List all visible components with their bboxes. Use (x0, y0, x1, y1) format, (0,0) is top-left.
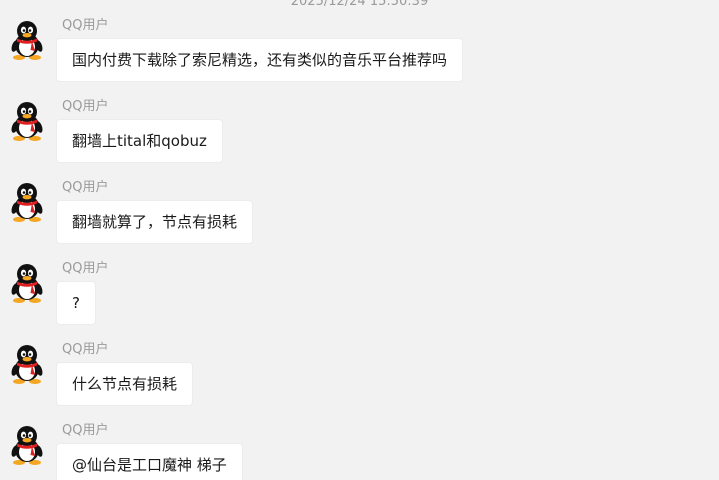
qq-penguin-icon[interactable] (8, 20, 46, 60)
qq-penguin-icon[interactable] (8, 263, 46, 303)
qq-penguin-icon[interactable] (8, 425, 46, 465)
chat-message: QQ用户 翻墙就算了，节点有损耗 (0, 180, 719, 258)
chat-message: QQ用户 什么节点有损耗 (0, 342, 719, 420)
qq-penguin-icon[interactable] (8, 344, 46, 384)
chat-message: QQ用户 ? (0, 261, 719, 339)
sender-name[interactable]: QQ用户 (62, 423, 108, 439)
message-bubble[interactable]: 翻墙就算了，节点有损耗 (56, 200, 254, 244)
sender-name[interactable]: QQ用户 (62, 18, 108, 34)
chat-message: QQ用户 @仙台是工口魔神 梯子 (0, 423, 719, 480)
sender-name[interactable]: QQ用户 (62, 99, 108, 115)
sender-name[interactable]: QQ用户 (62, 342, 108, 358)
message-bubble[interactable]: 什么节点有损耗 (56, 362, 194, 406)
message-timestamp: 2025/12/24 15:50:39 (290, 0, 429, 9)
qq-penguin-icon[interactable] (8, 101, 46, 141)
sender-name[interactable]: QQ用户 (62, 261, 108, 277)
chat-message: QQ用户 国内付费下载除了索尼精选，还有类似的音乐平台推荐吗 (0, 18, 719, 96)
message-bubble[interactable]: 翻墙上tital和qobuz (56, 119, 223, 163)
message-bubble[interactable]: @仙台是工口魔神 梯子 (56, 443, 243, 480)
qq-penguin-icon[interactable] (8, 182, 46, 222)
chat-panel: 2025/12/24 15:50:39 QQ用户 国内付费下载除了索尼精选，还有… (0, 0, 719, 480)
message-bubble[interactable]: ? (56, 281, 96, 325)
message-bubble[interactable]: 国内付费下载除了索尼精选，还有类似的音乐平台推荐吗 (56, 38, 464, 82)
sender-name[interactable]: QQ用户 (62, 180, 108, 196)
chat-message: QQ用户 翻墙上tital和qobuz (0, 99, 719, 177)
